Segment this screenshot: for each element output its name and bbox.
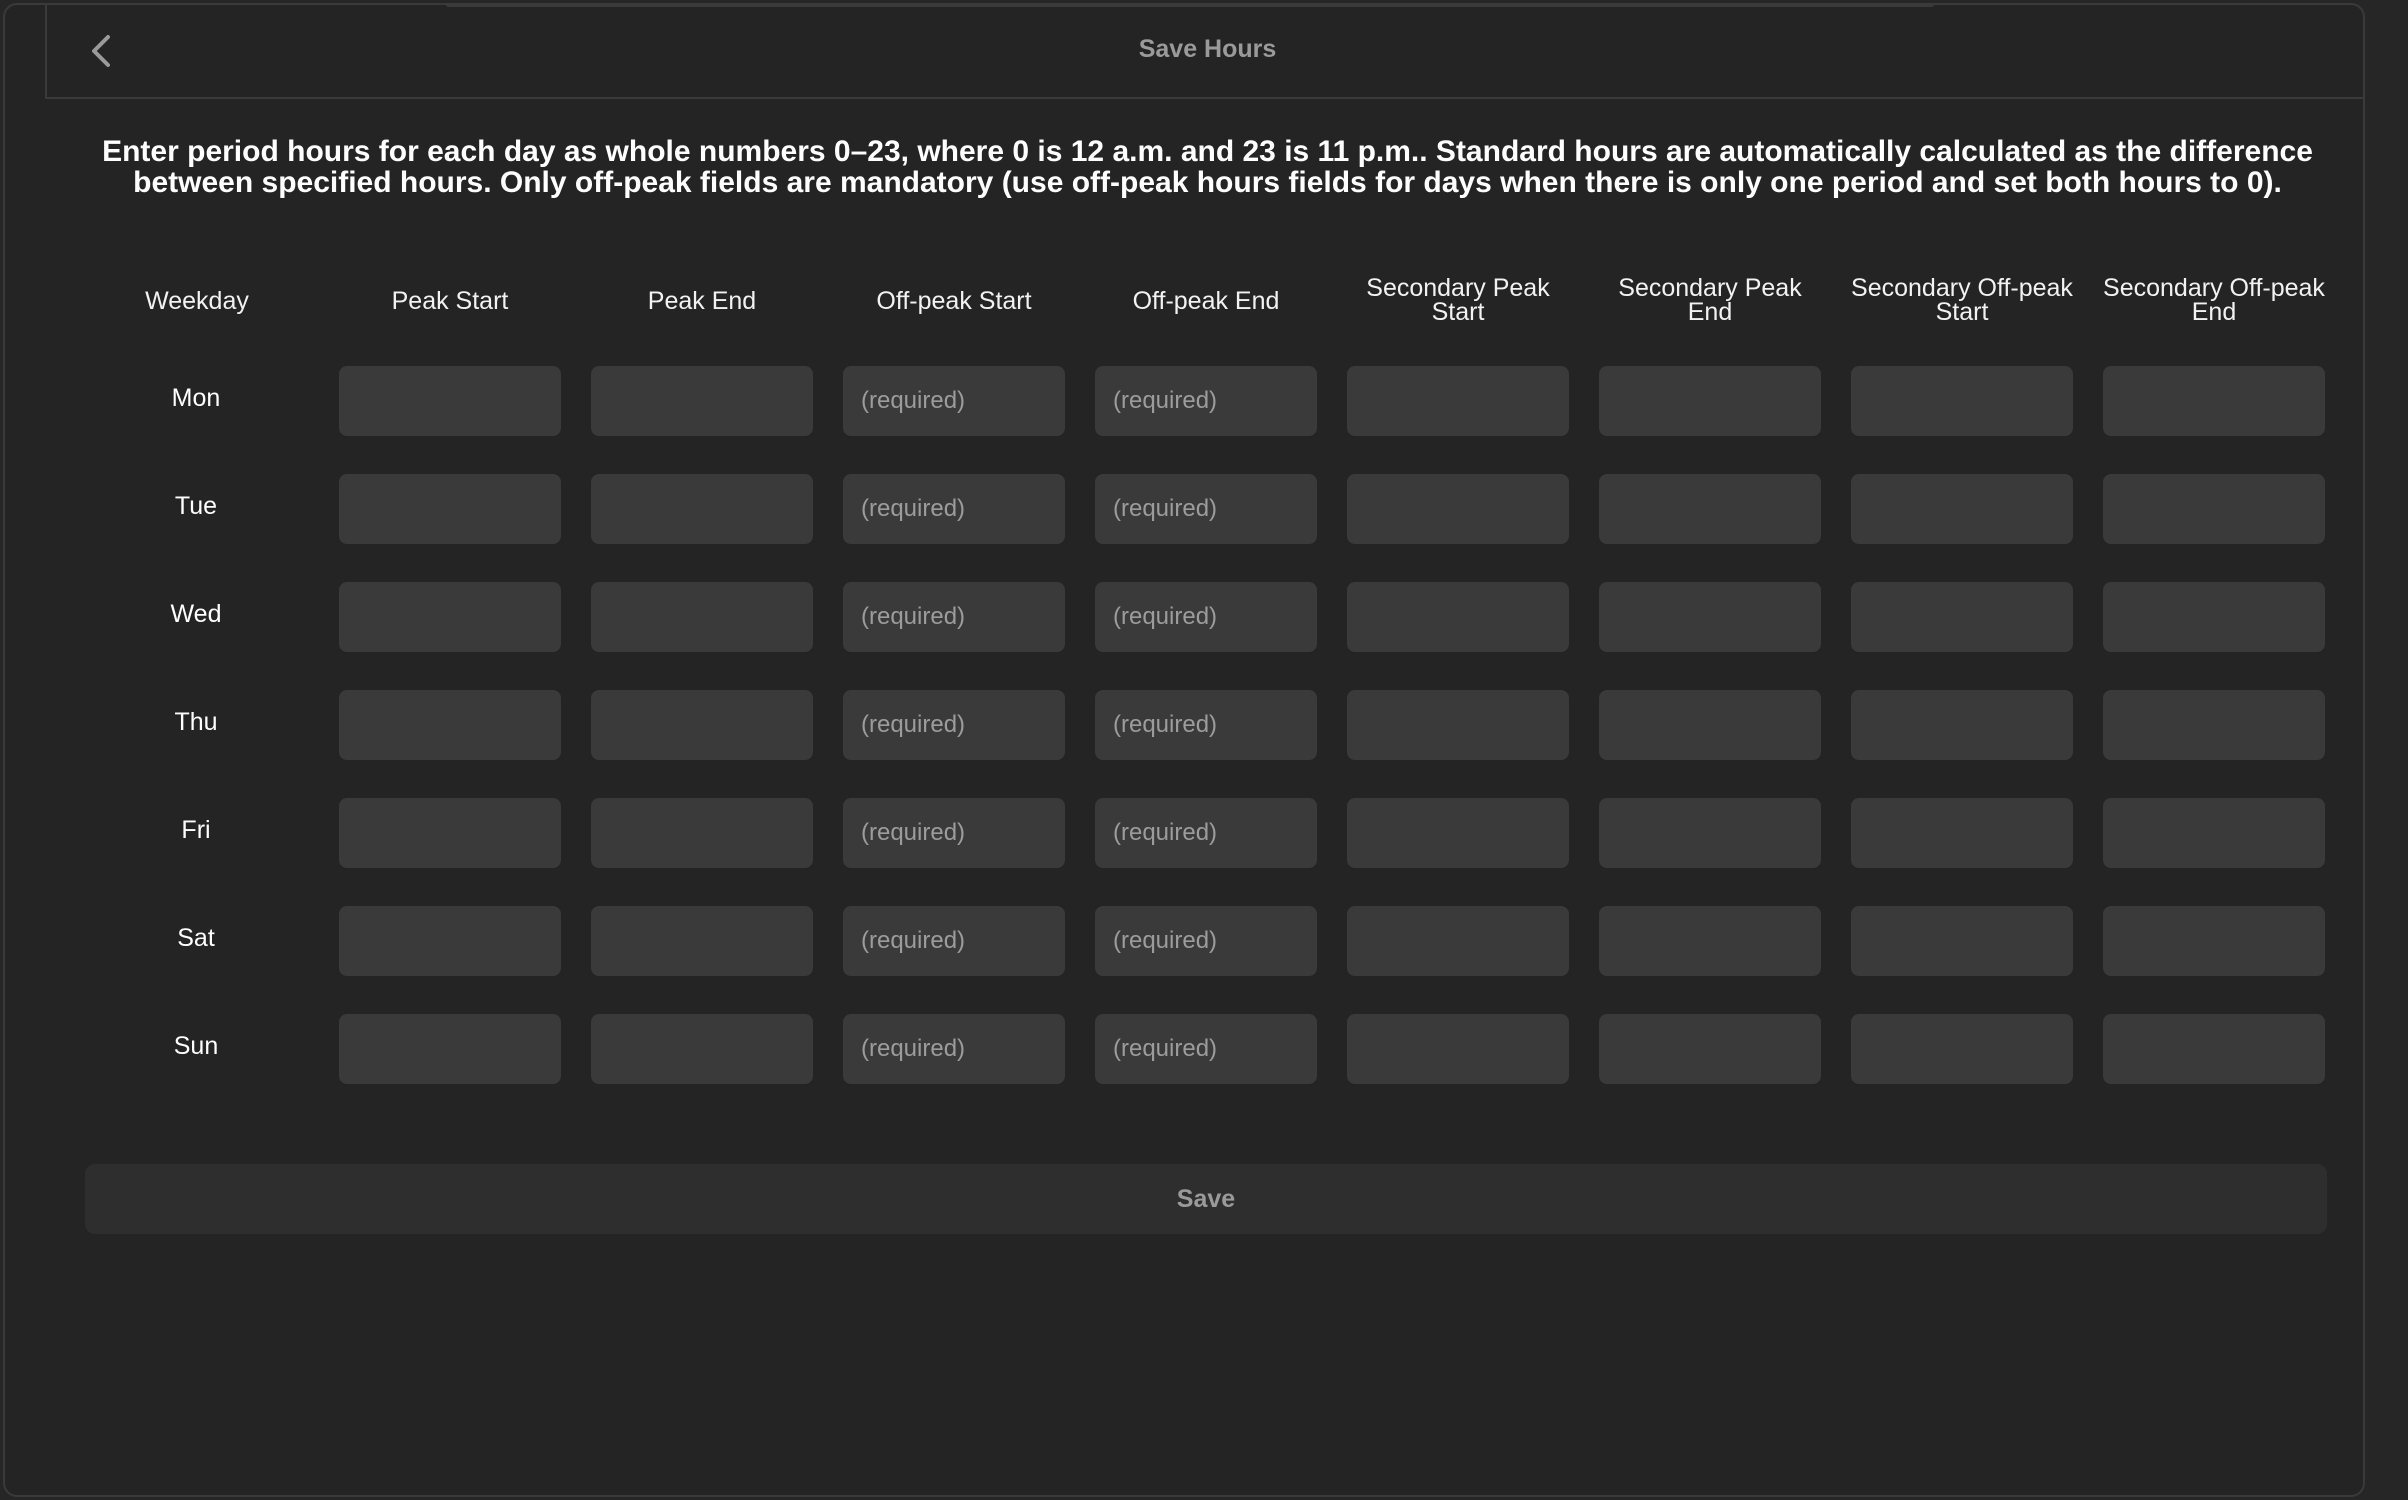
column-header-offpeak-start: Off-peak Start [876,287,1032,315]
secondary-offpeak-start-input[interactable] [1851,366,2073,436]
secondary-peak-end-input[interactable] [1599,582,1821,652]
offpeak-end-input[interactable] [1095,1014,1317,1084]
peak-end-input[interactable] [591,906,813,976]
table-row: Sun [5,1014,2363,1084]
secondary-peak-end-input[interactable] [1599,1014,1821,1084]
secondary-offpeak-start-input[interactable] [1851,474,2073,544]
peak-end-input[interactable] [591,798,813,868]
weekday-label: Sun [173,1032,219,1060]
peak-start-input[interactable] [339,798,561,868]
weekday-label: Thu [174,708,218,736]
offpeak-end-input[interactable] [1095,474,1317,544]
peak-end-input[interactable] [591,1014,813,1084]
navigation-bar: Save Hours [45,5,2363,99]
peak-start-input[interactable] [339,1014,561,1084]
table-row: Thu [5,690,2363,760]
column-header-weekday: Weekday [145,287,249,315]
offpeak-start-input[interactable] [843,906,1065,976]
secondary-offpeak-end-input[interactable] [2103,1014,2325,1084]
secondary-peak-start-input[interactable] [1347,1014,1569,1084]
offpeak-end-input[interactable] [1095,366,1317,436]
column-header-peak-end: Peak End [647,287,757,315]
secondary-peak-start-input[interactable] [1347,906,1569,976]
secondary-peak-end-input[interactable] [1599,906,1821,976]
secondary-peak-start-input[interactable] [1347,798,1569,868]
secondary-offpeak-end-input[interactable] [2103,690,2325,760]
secondary-offpeak-end-input[interactable] [2103,582,2325,652]
secondary-peak-start-input[interactable] [1347,582,1569,652]
secondary-offpeak-end-input[interactable] [2103,474,2325,544]
table-header: Weekday Peak Start Peak End Off-peak Start O… [5,274,2363,336]
secondary-peak-start-input[interactable] [1347,690,1569,760]
weekday-label: Sat [177,924,215,952]
table-row: Fri [5,798,2363,868]
offpeak-end-input[interactable] [1095,690,1317,760]
secondary-offpeak-end-input[interactable] [2103,366,2325,436]
column-header-offpeak-end: Off-peak End [1132,287,1280,315]
peak-end-input[interactable] [591,474,813,544]
peak-start-input[interactable] [339,906,561,976]
offpeak-start-input[interactable] [843,366,1065,436]
column-header-peak-start: Peak Start [391,287,509,315]
weekday-label: Wed [170,600,222,628]
offpeak-end-input[interactable] [1095,906,1317,976]
app-window: Save Hours Enter period hours for each d… [3,3,2365,1497]
weekday-label: Tue [174,492,218,520]
offpeak-start-input[interactable] [843,690,1065,760]
secondary-peak-start-input[interactable] [1347,474,1569,544]
secondary-peak-end-input[interactable] [1599,798,1821,868]
column-header-secondary-offpeak-end: Secondary Off-peak End [2103,274,2325,326]
peak-start-input[interactable] [339,690,561,760]
column-header-secondary-offpeak-start: Secondary Off-peak Start [1851,274,2073,326]
column-header-secondary-peak-start: Secondary Peak Start [1366,274,1550,326]
column-header-secondary-peak-end: Secondary Peak End [1618,274,1802,326]
table-row: Wed [5,582,2363,652]
secondary-peak-start-input[interactable] [1347,366,1569,436]
secondary-offpeak-end-input[interactable] [2103,906,2325,976]
weekday-label: Fri [181,816,211,844]
secondary-offpeak-start-input[interactable] [1851,1014,2073,1084]
offpeak-end-input[interactable] [1095,582,1317,652]
save-button[interactable]: Save [85,1164,2327,1234]
offpeak-start-input[interactable] [843,474,1065,544]
offpeak-end-input[interactable] [1095,798,1317,868]
instructions-text: Enter period hours for each day as whole… [102,135,2313,199]
secondary-peak-end-input[interactable] [1599,690,1821,760]
table-row: Sat [5,906,2363,976]
secondary-offpeak-start-input[interactable] [1851,582,2073,652]
table-row: Tue [5,474,2363,544]
offpeak-start-input[interactable] [843,1014,1065,1084]
peak-start-input[interactable] [339,582,561,652]
secondary-peak-end-input[interactable] [1599,474,1821,544]
page-title: Save Hours [1138,35,1277,63]
secondary-offpeak-start-input[interactable] [1851,906,2073,976]
offpeak-start-input[interactable] [843,798,1065,868]
peak-end-input[interactable] [591,582,813,652]
table-row: Mon [5,366,2363,436]
peak-end-input[interactable] [591,690,813,760]
secondary-offpeak-end-input[interactable] [2103,798,2325,868]
peak-start-input[interactable] [339,366,561,436]
weekday-label: Mon [171,384,221,412]
offpeak-start-input[interactable] [843,582,1065,652]
peak-end-input[interactable] [591,366,813,436]
secondary-peak-end-input[interactable] [1599,366,1821,436]
secondary-offpeak-start-input[interactable] [1851,690,2073,760]
peak-start-input[interactable] [339,474,561,544]
secondary-offpeak-start-input[interactable] [1851,798,2073,868]
